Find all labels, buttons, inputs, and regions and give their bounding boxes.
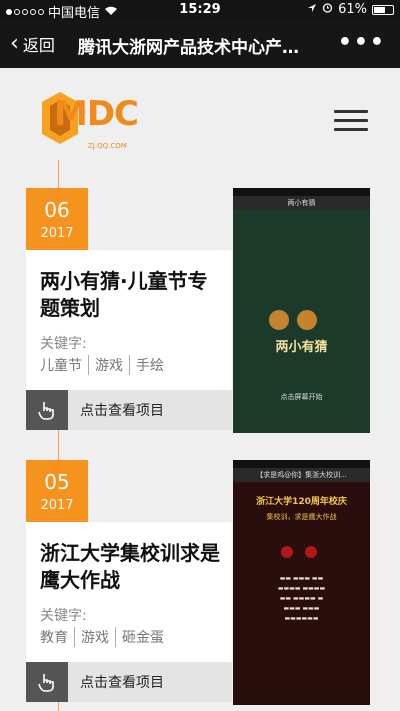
back-label: 返回: [22, 36, 55, 55]
page-title: 腾讯大浙网产品技术中心产…: [78, 38, 299, 58]
battery-icon: [372, 4, 394, 15]
nav-bar: ‹ 返回 腾讯大浙网产品技术中心产… •••: [0, 20, 400, 68]
keyword-tags: 教育 游戏 砸金蛋: [40, 627, 170, 647]
view-project-button[interactable]: 点击查看项目: [26, 662, 232, 702]
project-card: 05 2017 浙江大学集校训求是鹰大作战 关键字: 教育 游戏 砸金蛋 点击查…: [26, 460, 374, 705]
thumbnail-body-text: ▬▬ ▬▬▬ ▬▬ ▬▬▬▬ ▬▬▬▬ ▬▬ ▬▬▬▬ ▬ ▬▬▬ ▬▬▬ ▬▬▬▬▬▬: [277, 575, 326, 622]
thumbnail-headline: 浙江大学120周年校庆: [256, 497, 347, 507]
date-year: 2017: [40, 498, 74, 513]
thumbnail-nav-title: 【求是鸡@你】集浙大校训...: [233, 468, 370, 482]
project-title: 两小有猜·儿童节专题策划: [40, 269, 208, 320]
battery-percent: 61%: [338, 2, 367, 17]
hamburger-menu-icon[interactable]: [334, 110, 368, 137]
date-badge: 06 2017: [26, 188, 88, 250]
keywords-label: 关键字:: [40, 336, 87, 352]
status-right-group: 61%: [307, 2, 394, 17]
keyword-tag: 儿童节: [40, 358, 82, 374]
logo-text: MDC: [54, 94, 139, 134]
hand-pointer-icon: [26, 662, 68, 702]
project-thumbnail[interactable]: 【求是鸡@你】集浙大校训... 浙江大学120周年校庆 集校训，求是鹰大作战 ▬…: [233, 460, 370, 705]
keyword-tags: 儿童节 游戏 手绘: [40, 355, 170, 375]
view-project-button[interactable]: 点击查看项目: [26, 390, 232, 430]
view-project-label: 点击查看项目: [80, 403, 164, 419]
project-thumbnail[interactable]: 两小有猜 两小有猜 点击屏幕开始: [233, 188, 370, 433]
location-icon: [307, 2, 317, 17]
keyword-tag: 手绘: [129, 355, 170, 375]
alarm-icon: [322, 2, 333, 17]
thumbnail-art-title: 两小有猜: [275, 340, 328, 355]
illustration-image: [269, 310, 317, 330]
status-bar: 中国电信 15:29 61%: [0, 0, 400, 21]
keyword-tag: 教育: [40, 630, 68, 646]
date-year: 2017: [40, 226, 74, 241]
keyword-tag: 砸金蛋: [115, 627, 170, 647]
date-month: 05: [44, 470, 70, 494]
more-menu-button[interactable]: •••: [338, 30, 386, 55]
back-button[interactable]: ‹ 返回: [10, 32, 55, 56]
keywords-label: 关键字:: [40, 608, 87, 624]
chevron-left-icon: ‹: [10, 31, 19, 56]
keyword-tag: 游戏: [74, 627, 115, 647]
thumbnail-subline: 集校训，求是鹰大作战: [266, 513, 337, 521]
date-month: 06: [44, 198, 70, 222]
date-badge: 05 2017: [26, 460, 88, 522]
hand-pointer-icon: [26, 390, 68, 430]
project-title: 浙江大学集校训求是鹰大作战: [40, 541, 220, 592]
mdc-logo: MDC ZJ.QQ.COM: [40, 90, 139, 160]
thumbnail-nav-title: 两小有猜: [233, 196, 370, 210]
view-project-label: 点击查看项目: [80, 675, 164, 691]
logo-subtext: ZJ.QQ.COM: [88, 142, 127, 150]
seal-icon: [305, 546, 317, 558]
seal-icon: [281, 546, 293, 558]
keyword-tag: 游戏: [88, 355, 129, 375]
project-card: 06 2017 两小有猜·儿童节专题策划 关键字: 儿童节 游戏 手绘 点击查看…: [26, 188, 374, 433]
thumbnail-start-text: 点击屏幕开始: [280, 393, 323, 401]
